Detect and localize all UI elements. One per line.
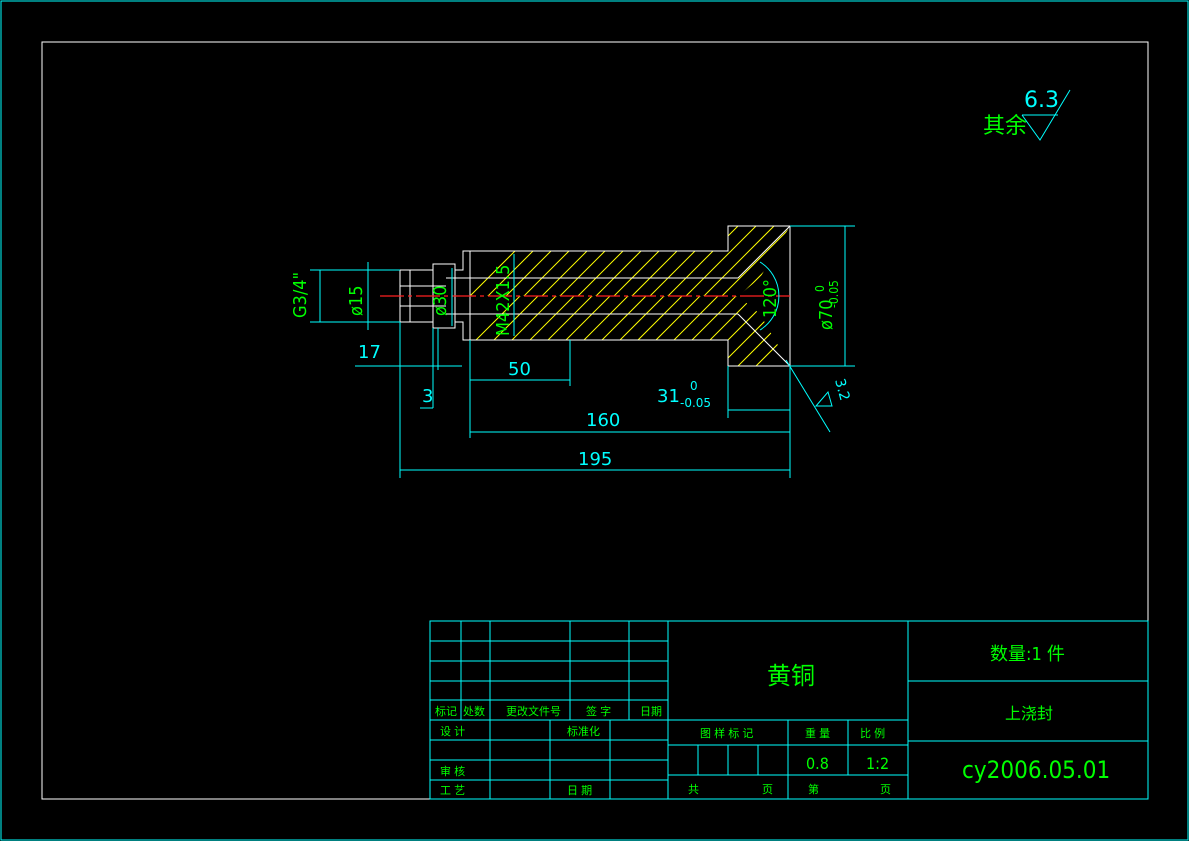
dimension-lines bbox=[310, 225, 855, 478]
dim-dia15: ø15 bbox=[346, 285, 367, 316]
header-stage: 图 样 标 记 bbox=[700, 726, 753, 740]
header-no: 第 bbox=[808, 782, 819, 796]
header-process: 工 艺 bbox=[440, 784, 465, 797]
header-date: 日期 bbox=[640, 705, 662, 718]
weight-value: 0.8 bbox=[806, 754, 829, 773]
dim-dia70-tol-lower: -0.05 bbox=[827, 280, 841, 308]
material-label: 黄铜 bbox=[767, 662, 815, 690]
dim-len3: 3 bbox=[422, 386, 433, 407]
surface-finish-local: 3.2 bbox=[831, 377, 852, 403]
dim-len31: 31 bbox=[657, 386, 680, 407]
header-page: 页 bbox=[880, 783, 891, 796]
drawing-number: cy2006.05.01 bbox=[962, 756, 1110, 784]
dim-len31-tol-lower: -0.05 bbox=[680, 396, 711, 410]
header-design: 设 计 bbox=[440, 725, 465, 738]
dimension-texts: G3/4" ø15 ø30 M42X1.5 120° ø70 0 -0.05 1… bbox=[290, 265, 852, 470]
header-total: 共 bbox=[688, 783, 699, 796]
dim-len50: 50 bbox=[508, 359, 531, 380]
header-sign: 签 字 bbox=[586, 704, 611, 718]
header-mark: 标记 bbox=[435, 704, 457, 718]
header-std: 标准化 bbox=[567, 724, 600, 738]
surface-finish-note: 其余 6.3 bbox=[983, 88, 1071, 141]
scale-value: 1:2 bbox=[866, 754, 889, 773]
dim-angle: 120° bbox=[760, 279, 781, 318]
surface-finish-value: 6.3 bbox=[1024, 88, 1059, 113]
dim-thread-m: M42X1.5 bbox=[493, 265, 514, 336]
part-name-label: 上浇封 bbox=[1005, 704, 1053, 723]
dim-len195: 195 bbox=[578, 449, 612, 470]
header-count: 处数 bbox=[463, 705, 485, 718]
dim-len17: 17 bbox=[358, 342, 381, 363]
header-weight: 重 量 bbox=[805, 726, 830, 740]
dim-thread-g: G3/4" bbox=[290, 272, 311, 318]
dim-dia30: ø30 bbox=[430, 285, 451, 316]
header-sheet: 页 bbox=[762, 783, 773, 796]
header-scale: 比 例 bbox=[860, 726, 885, 740]
dim-dia70-tol-upper: 0 bbox=[813, 285, 827, 292]
dim-len160: 160 bbox=[586, 410, 620, 431]
dim-len31-tol-upper: 0 bbox=[690, 379, 698, 393]
cad-drawing: 其余 6.3 G3/4" ø15 ø30 M42X1.5 120° ø70 0 … bbox=[0, 0, 1189, 841]
quantity-label: 数量:1 件 bbox=[990, 644, 1065, 665]
header-check: 审 核 bbox=[440, 764, 465, 778]
surface-finish-prefix: 其余 bbox=[983, 114, 1027, 139]
header-doc: 更改文件号 bbox=[506, 704, 561, 718]
header-date2: 日 期 bbox=[567, 784, 592, 797]
